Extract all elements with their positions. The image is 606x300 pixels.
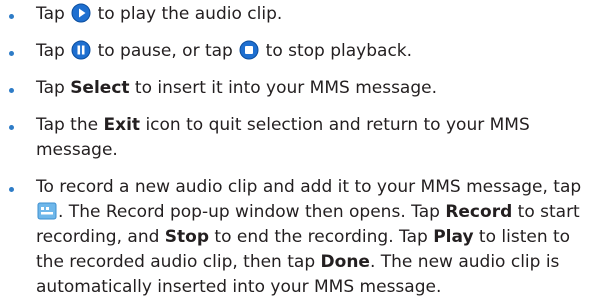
item-text: Tap to play the audio clip. xyxy=(36,2,606,27)
text-run: to stop playback. xyxy=(260,41,413,61)
play-label: Play xyxy=(433,227,474,247)
text-line: the recorded audio clip, then tap Done. … xyxy=(36,250,606,275)
item-text: Tap to pause, or tap to stop playback. xyxy=(36,39,606,64)
text-run: to end the recording. Tap xyxy=(209,227,434,247)
text-run: icon to quit selection and return to you… xyxy=(140,115,530,135)
bullet xyxy=(9,14,14,19)
text-run: Tap xyxy=(36,41,71,61)
bullet xyxy=(9,51,14,56)
record-label: Record xyxy=(445,202,513,222)
text-run: to play the audio clip. xyxy=(92,4,283,24)
text-line: automatically inserted into your MMS mes… xyxy=(36,277,442,297)
item-text: Tap the Exit icon to quit selection and … xyxy=(36,113,606,163)
record-icon xyxy=(37,201,57,221)
text-run: Tap xyxy=(36,78,71,98)
text-line: . The Record pop-up window then opens. T… xyxy=(36,200,606,225)
select-label: Select xyxy=(70,78,130,98)
text-run: to insert it into your MMS message. xyxy=(129,78,438,98)
text-run: to pause, or tap xyxy=(92,41,239,61)
text-run: Tap xyxy=(36,4,71,24)
text-run: to start xyxy=(512,202,580,222)
stop-label: Stop xyxy=(164,227,210,247)
bullet xyxy=(9,88,14,93)
bullet xyxy=(9,187,14,192)
text-run: Tap the xyxy=(36,115,104,135)
text-run: recording, and xyxy=(36,227,165,247)
text-run: . The Record pop-up window then opens. T… xyxy=(58,202,446,222)
text-run: the recorded audio clip, then tap xyxy=(36,252,321,272)
text-line: recording, and Stop to end the recording… xyxy=(36,225,606,250)
text-line: message. xyxy=(36,140,118,160)
item-text: Tap Select to insert it into your MMS me… xyxy=(36,76,606,101)
play-icon xyxy=(71,3,91,23)
item-text: To record a new audio clip and add it to… xyxy=(36,175,606,300)
text-run: to listen to xyxy=(473,227,571,247)
pause-icon xyxy=(71,40,91,60)
done-label: Done xyxy=(320,252,370,272)
text-line: Tap the Exit icon to quit selection and … xyxy=(36,113,606,138)
exit-label: Exit xyxy=(103,115,141,135)
stop-icon xyxy=(239,40,259,60)
text-line: To record a new audio clip and add it to… xyxy=(36,177,582,197)
bullet xyxy=(9,125,14,130)
text-run: . The new audio clip is xyxy=(369,252,560,272)
